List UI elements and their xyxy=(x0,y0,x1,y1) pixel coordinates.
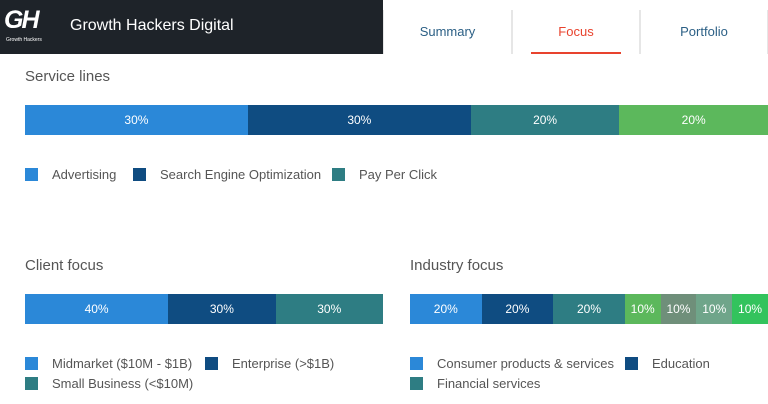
legend-swatch xyxy=(25,168,38,181)
client-focus-title: Client focus xyxy=(25,257,104,274)
logo-subtext: Growth Hackers xyxy=(6,37,42,43)
legend-enterprise: Enterprise (>$1B) xyxy=(205,356,334,371)
legend-label: Advertising xyxy=(52,167,117,182)
company-logo[interactable]: GH Growth Hackers xyxy=(4,6,50,46)
bar-segment: 30% xyxy=(247,105,471,135)
bar-segment: 40% xyxy=(25,294,169,324)
company-name: Growth Hackers Digital xyxy=(70,17,234,34)
legend-label: Financial services xyxy=(437,376,541,391)
client-focus-bar: 40% 30% 30% xyxy=(25,294,383,324)
legend-swatch xyxy=(25,377,38,390)
bar-segment: 10% xyxy=(732,294,768,324)
brand-bar: GH Growth Hackers Growth Hackers Digital xyxy=(0,0,383,54)
tab-summary[interactable]: Summary xyxy=(383,10,512,54)
legend-swatch xyxy=(410,357,423,370)
legend-swatch xyxy=(25,357,38,370)
service-lines-bar: 30% 30% 20% 20% xyxy=(25,105,768,135)
legend-swatch xyxy=(410,377,423,390)
bar-segment: 20% xyxy=(619,105,768,135)
bar-segment: 20% xyxy=(470,105,620,135)
bar-segment: 20% xyxy=(481,294,554,324)
tab-bar: Summary Focus Portfolio xyxy=(383,10,768,54)
legend-education: Education xyxy=(625,356,710,371)
industry-focus-bar: 20% 20% 20% 10% 10% 10% 10% xyxy=(410,294,768,324)
bar-segment: 30% xyxy=(25,105,248,135)
legend-midmarket: Midmarket ($10M - $1B) xyxy=(25,356,192,371)
legend-label: Search Engine Optimization xyxy=(160,167,322,182)
legend-swatch xyxy=(205,357,218,370)
legend-label: Education xyxy=(652,356,710,371)
service-lines-title: Service lines xyxy=(25,68,111,85)
legend-consumer-products: Consumer products & services xyxy=(410,356,614,371)
legend-label: Small Business (<$10M) xyxy=(52,376,194,391)
bar-segment: 10% xyxy=(624,294,661,324)
industry-focus-title: Industry focus xyxy=(410,257,504,274)
header: GH Growth Hackers Growth Hackers Digital… xyxy=(0,0,768,54)
legend-financial-services: Financial services xyxy=(410,376,540,391)
tab-focus[interactable]: Focus xyxy=(512,10,640,54)
tab-portfolio[interactable]: Portfolio xyxy=(640,10,768,54)
bar-segment: 30% xyxy=(275,294,383,324)
legend-swatch xyxy=(133,168,146,181)
legend-seo: Search Engine Optimization xyxy=(133,167,321,182)
bar-segment: 20% xyxy=(410,294,482,324)
legend-label: Enterprise (>$1B) xyxy=(232,356,335,371)
legend-label: Consumer products & services xyxy=(437,356,615,371)
legend-swatch xyxy=(625,357,638,370)
logo-letters: GH xyxy=(4,6,39,34)
bar-segment: 10% xyxy=(660,294,697,324)
legend-small-business: Small Business (<$10M) xyxy=(25,376,193,391)
bar-segment: 30% xyxy=(168,294,276,324)
legend-label: Midmarket ($10M - $1B) xyxy=(52,356,193,371)
legend-ppc: Pay Per Click xyxy=(332,167,437,182)
bar-segment: 10% xyxy=(696,294,733,324)
bar-segment: 20% xyxy=(553,294,625,324)
legend-label: Pay Per Click xyxy=(359,167,438,182)
legend-advertising: Advertising xyxy=(25,167,116,182)
legend-swatch xyxy=(332,168,345,181)
